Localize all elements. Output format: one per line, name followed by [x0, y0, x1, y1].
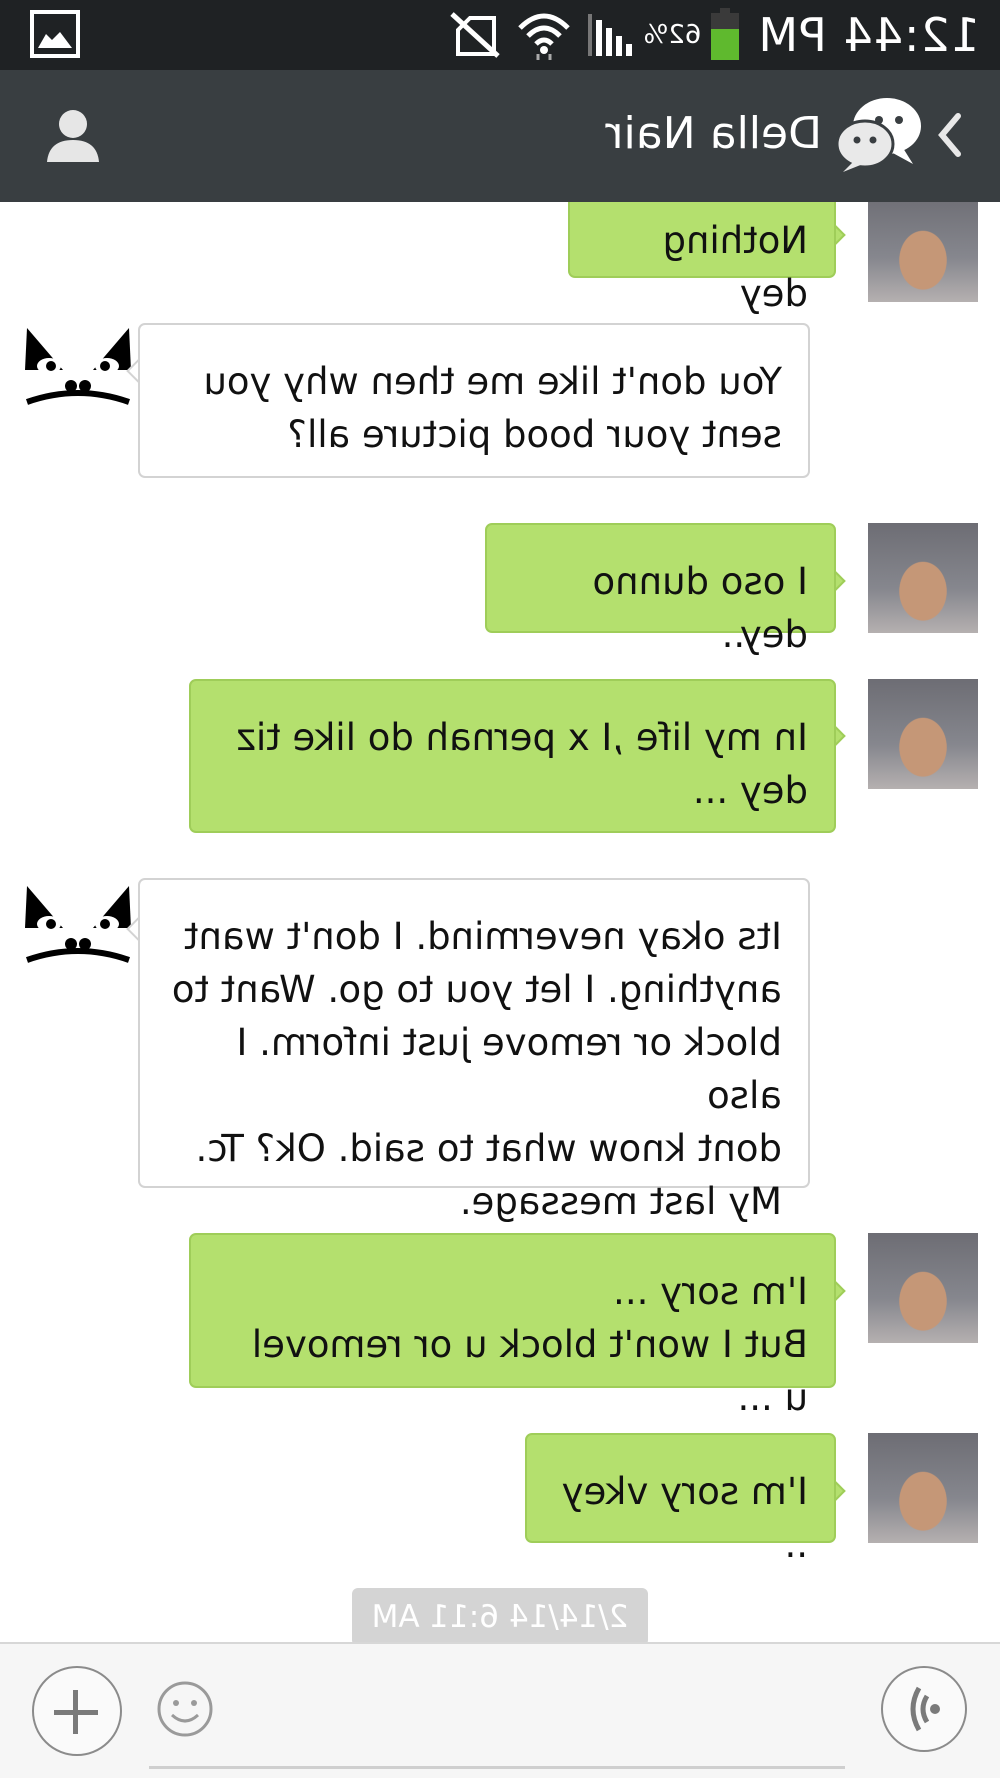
sent-message-bubble[interactable]: I'm sory vkey .. — [525, 1433, 836, 1566]
input-bar — [0, 1642, 1000, 1778]
received-message-bubble[interactable]: You don't like me then why you sent your… — [138, 323, 810, 478]
status-bar: 12:44 PM 62% — [0, 0, 1000, 70]
wechat-logo-icon — [835, 98, 921, 172]
sent-message-bubble[interactable]: In my life ,I x pernah do like tiz dey .… — [189, 679, 836, 833]
voice-icon — [910, 1686, 940, 1732]
avatar[interactable] — [868, 679, 978, 789]
back-chevron-icon[interactable] — [930, 110, 970, 160]
angry-face-icon — [25, 328, 131, 405]
no-sim-icon — [449, 12, 500, 58]
add-attachment-button[interactable] — [32, 1666, 122, 1756]
message-timestamp: 2/14/14 6:11 AM — [352, 1588, 648, 1642]
avatar[interactable] — [23, 880, 133, 990]
avatar[interactable] — [868, 202, 978, 302]
message-list[interactable]: Nothing dey You don't like me then why y… — [0, 202, 1000, 1642]
gallery-notification-icon — [30, 10, 80, 58]
angry-face-icon — [25, 886, 131, 963]
signal-icon — [587, 14, 632, 56]
battery-icon — [711, 8, 740, 60]
avatar[interactable] — [23, 322, 133, 432]
voice-button[interactable] — [881, 1666, 967, 1752]
status-time: 12:44 PM — [757, 8, 980, 62]
chat-header: Della Nair — [0, 70, 1000, 202]
sent-message-bubble[interactable]: Nothing dey — [568, 202, 836, 315]
avatar[interactable] — [868, 1433, 978, 1543]
avatar[interactable] — [868, 1233, 978, 1343]
received-message-bubble[interactable]: Its okay nevermind. I don't want anythin… — [138, 878, 810, 1223]
wifi-icon — [517, 13, 570, 60]
battery-percent: 62% — [643, 20, 702, 50]
sent-message-bubble[interactable]: I'm sory ... But I won't block u or remo… — [189, 1233, 836, 1419]
avatar[interactable] — [868, 523, 978, 633]
emoji-icon[interactable] — [155, 1679, 215, 1739]
contact-profile-icon[interactable] — [43, 106, 103, 166]
chat-title: Della Nair — [605, 108, 822, 159]
message-input[interactable] — [149, 1664, 845, 1769]
sent-message-bubble[interactable]: I oso dunno dey.. — [485, 523, 836, 656]
